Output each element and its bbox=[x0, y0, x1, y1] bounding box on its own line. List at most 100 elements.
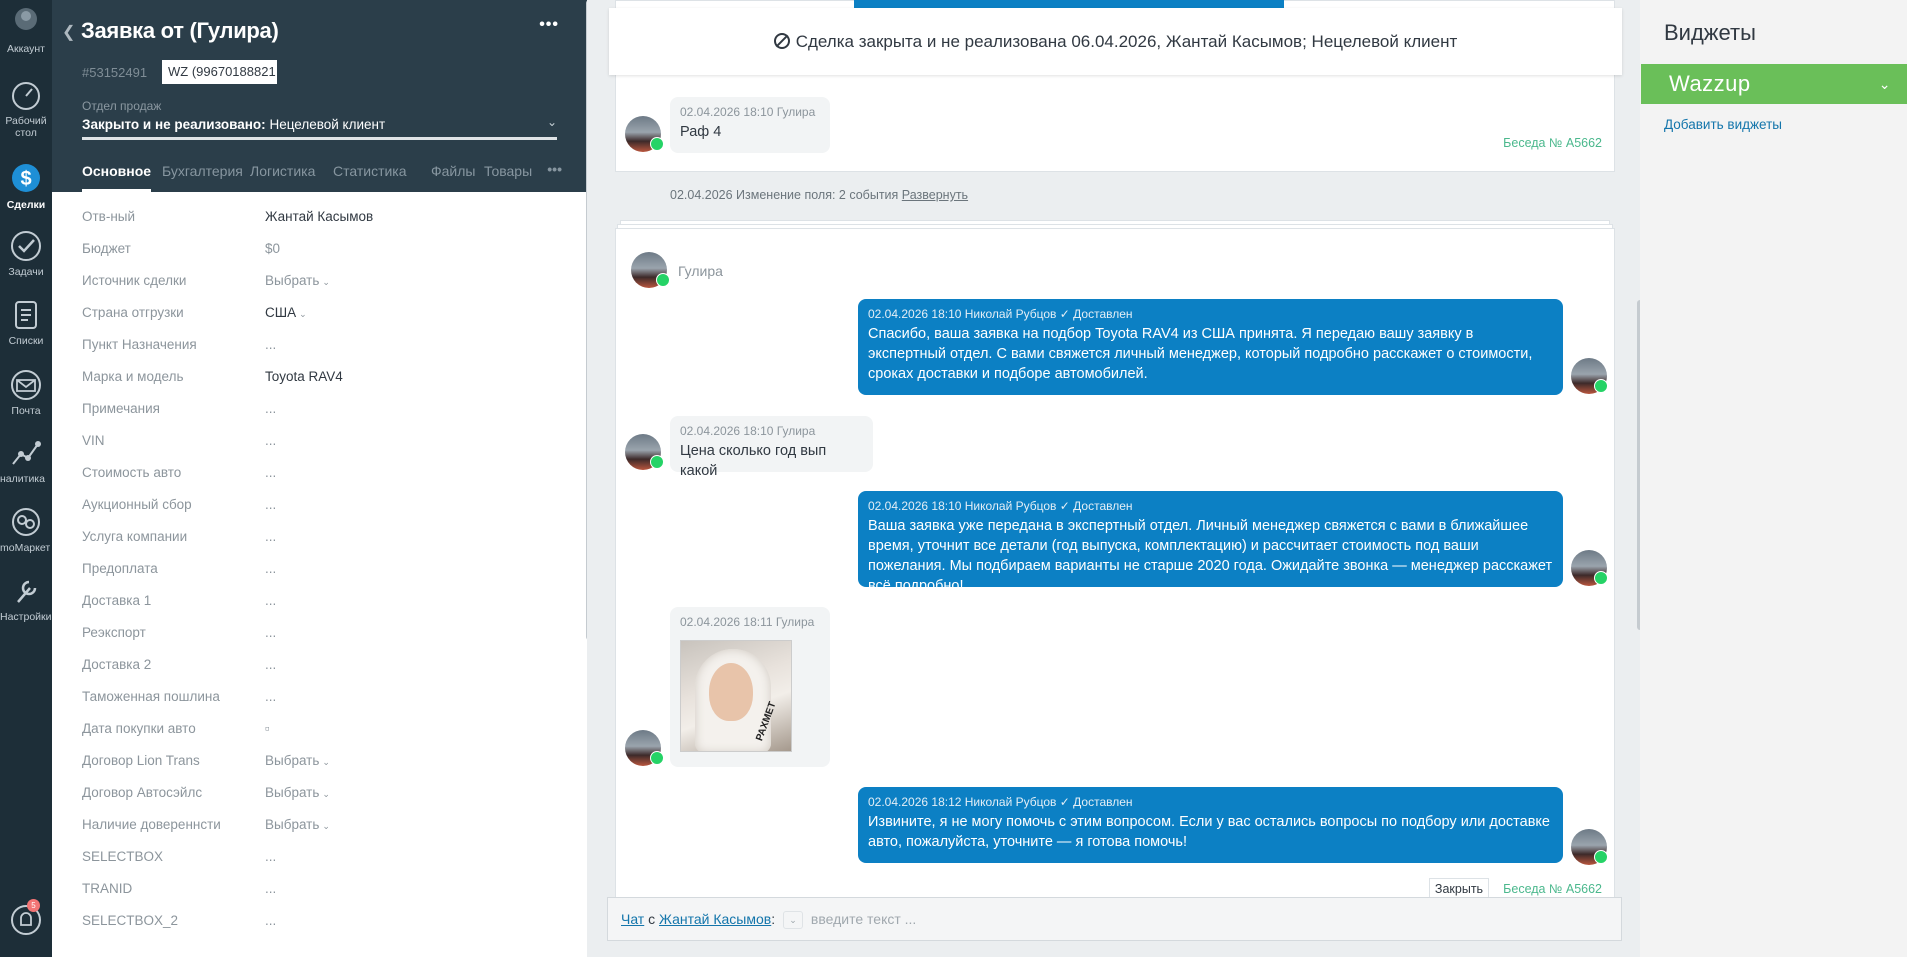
message-meta: 02.04.2026 18:10 Гулира bbox=[680, 105, 816, 119]
widgets-title: Виджеты bbox=[1664, 20, 1756, 45]
field-value[interactable]: ... bbox=[265, 881, 276, 896]
nav-item-market[interactable]: moМаркет bbox=[0, 505, 52, 554]
nav-item-account[interactable]: Аккаунт bbox=[0, 6, 52, 55]
nav-item-analytics[interactable]: налитика bbox=[0, 436, 52, 485]
photo-attachment[interactable]: РАХМЕТ bbox=[680, 640, 792, 752]
chevron-down-icon[interactable]: ⌄ bbox=[783, 911, 804, 930]
field-label: VIN bbox=[82, 433, 105, 448]
card-more-button[interactable]: ••• bbox=[539, 16, 559, 34]
field-row: Бюджет $0 bbox=[82, 241, 562, 263]
field-row: Отв-ный Жантай Касымов bbox=[82, 209, 562, 231]
pipeline-status-select[interactable]: Закрыто и не реализовано: Нецелевой клие… bbox=[82, 115, 557, 140]
field-label: SELECTBOX bbox=[82, 849, 164, 864]
svg-text:$: $ bbox=[20, 168, 31, 190]
field-select[interactable]: Выбрать ⌄ bbox=[265, 273, 330, 288]
field-select[interactable]: Выбрать ⌄ bbox=[265, 817, 330, 832]
field-label: Марка и модель bbox=[82, 369, 184, 384]
field-value[interactable]: ... bbox=[265, 657, 276, 672]
chevron-down-icon: ⌄ bbox=[322, 277, 330, 287]
deals-icon: $ bbox=[12, 164, 40, 192]
field-row: SELECTBOX... bbox=[82, 849, 562, 871]
chevron-down-icon: ⌄ bbox=[322, 789, 330, 799]
field-select[interactable]: Выбрать ⌄ bbox=[265, 753, 330, 768]
nav-item-lists[interactable]: Списки bbox=[0, 298, 52, 347]
calendar-icon[interactable]: ▫ bbox=[265, 721, 270, 736]
field-value[interactable]: ... bbox=[265, 593, 276, 608]
widgets-panel: Виджеты Wazzup ⌄ Добавить виджеты bbox=[1640, 0, 1907, 957]
delivered-status: ✓ Доставлен bbox=[1059, 499, 1133, 513]
chevron-down-icon: ⌄ bbox=[546, 115, 557, 129]
tabs-more-button[interactable]: ••• bbox=[547, 162, 562, 177]
field-value[interactable]: ... bbox=[265, 337, 276, 352]
field-row: Наличие довереннсти Выбрать ⌄ bbox=[82, 817, 562, 839]
nav-item-deals[interactable]: $ Сделки bbox=[0, 160, 52, 211]
field-value[interactable]: Toyota RAV4 bbox=[265, 369, 343, 384]
whatsapp-icon bbox=[650, 137, 664, 151]
deal-tag[interactable]: WZ (99670188821 bbox=[162, 60, 277, 84]
field-row: VIN... bbox=[82, 433, 562, 455]
nav-item-settings[interactable]: Настройки bbox=[0, 574, 52, 623]
field-select[interactable]: Выбрать ⌄ bbox=[265, 785, 330, 800]
nav-item-notifications[interactable]: 5 bbox=[0, 899, 52, 940]
field-row: SELECTBOX_2... bbox=[82, 913, 562, 935]
notifications-badge: 5 bbox=[27, 899, 40, 912]
field-value[interactable]: ... bbox=[265, 465, 276, 480]
nav-item-tasks[interactable]: Задачи bbox=[0, 229, 52, 278]
nav-label: Задачи bbox=[8, 266, 44, 278]
nav-item-mail[interactable]: Почта bbox=[0, 368, 52, 417]
nav-label: Настройки bbox=[0, 611, 52, 623]
field-value[interactable]: ... bbox=[265, 497, 276, 512]
field-value[interactable]: ... bbox=[265, 913, 276, 928]
wazzup-widget[interactable]: Wazzup ⌄ bbox=[1641, 64, 1907, 104]
field-label: Таможенная пошлина bbox=[82, 689, 220, 704]
field-row: Доставка 1... bbox=[82, 593, 562, 615]
message-meta: 02.04.2026 18:10 Николай Рубцов ✓ Достав… bbox=[868, 499, 1553, 513]
meta-text: 02.04.2026 18:10 Николай Рубцов bbox=[868, 499, 1057, 513]
field-row: Дата покупки авто ▫ bbox=[82, 721, 562, 743]
tab-files[interactable]: Файлы bbox=[431, 162, 475, 192]
field-label: Договор Lion Trans bbox=[82, 753, 200, 768]
expand-link[interactable]: Развернуть bbox=[902, 188, 968, 202]
field-label: Пункт Назначения bbox=[82, 337, 197, 352]
field-row: Услуга компании... bbox=[82, 529, 562, 551]
previous-message-edge bbox=[854, 0, 1284, 8]
nav-item-dashboard[interactable]: Рабочий стол bbox=[0, 80, 52, 139]
field-value[interactable]: ... bbox=[265, 433, 276, 448]
field-select[interactable]: США ⌄ bbox=[265, 305, 307, 320]
field-change-note: 02.04.2026 Изменение поля: 2 события Раз… bbox=[670, 188, 968, 202]
whatsapp-icon bbox=[1594, 850, 1608, 864]
talk-link[interactable]: Беседа № А5662 bbox=[1503, 136, 1602, 150]
recipient-link[interactable]: Жантай Касымов bbox=[659, 911, 771, 927]
field-value: Выбрать bbox=[265, 817, 320, 832]
field-value[interactable]: ... bbox=[265, 625, 276, 640]
card-title[interactable]: Заявка от (Гулира) bbox=[81, 18, 279, 44]
field-value[interactable]: ... bbox=[265, 561, 276, 576]
tab-statistics[interactable]: Статистика bbox=[333, 162, 407, 192]
field-value[interactable]: $0 bbox=[265, 241, 280, 256]
field-value[interactable]: ... bbox=[265, 849, 276, 864]
chat-composer[interactable]: Чат с Жантай Касымов: ⌄ введите текст ..… bbox=[607, 897, 1622, 941]
chat-type-link[interactable]: Чат bbox=[621, 911, 644, 927]
left-nav: Аккаунт Рабочий стол $ Сделки Задачи Спи… bbox=[0, 0, 52, 957]
field-label: Наличие довереннсти bbox=[82, 817, 221, 832]
message-meta: 02.04.2026 18:11 Гулира bbox=[680, 615, 815, 629]
settings-icon bbox=[17, 580, 37, 603]
tab-main[interactable]: Основное bbox=[82, 162, 152, 192]
field-row: Реэкспорт... bbox=[82, 625, 562, 647]
talk-link[interactable]: Беседа № А5662 bbox=[1503, 882, 1602, 896]
field-label: Отв-ный bbox=[82, 209, 136, 224]
chat-block: Гулира 02.04.2026 18:10 Николай Рубцов ✓… bbox=[615, 228, 1615, 908]
field-value[interactable]: ... bbox=[265, 689, 276, 704]
field-label: Доставка 1 bbox=[82, 593, 152, 608]
field-value[interactable]: Жантай Касымов bbox=[265, 209, 373, 224]
message-meta: 02.04.2026 18:10 Гулира bbox=[680, 424, 816, 438]
deal-card: ❮ Заявка от (Гулира) ••• #53152491 WZ (9… bbox=[52, 0, 587, 957]
field-value[interactable]: ... bbox=[265, 401, 276, 416]
field-value[interactable]: ... bbox=[265, 529, 276, 544]
tab-accounting[interactable]: Бухгалтерия bbox=[162, 162, 243, 192]
feed: Сделка закрыта и не реализована 06.04.20… bbox=[587, 0, 1640, 957]
back-chevron-icon[interactable]: ❮ bbox=[62, 22, 75, 42]
add-widgets-link[interactable]: Добавить виджеты bbox=[1664, 117, 1782, 132]
tab-products[interactable]: Товары bbox=[484, 162, 532, 192]
tab-logistics[interactable]: Логистика bbox=[250, 162, 315, 192]
